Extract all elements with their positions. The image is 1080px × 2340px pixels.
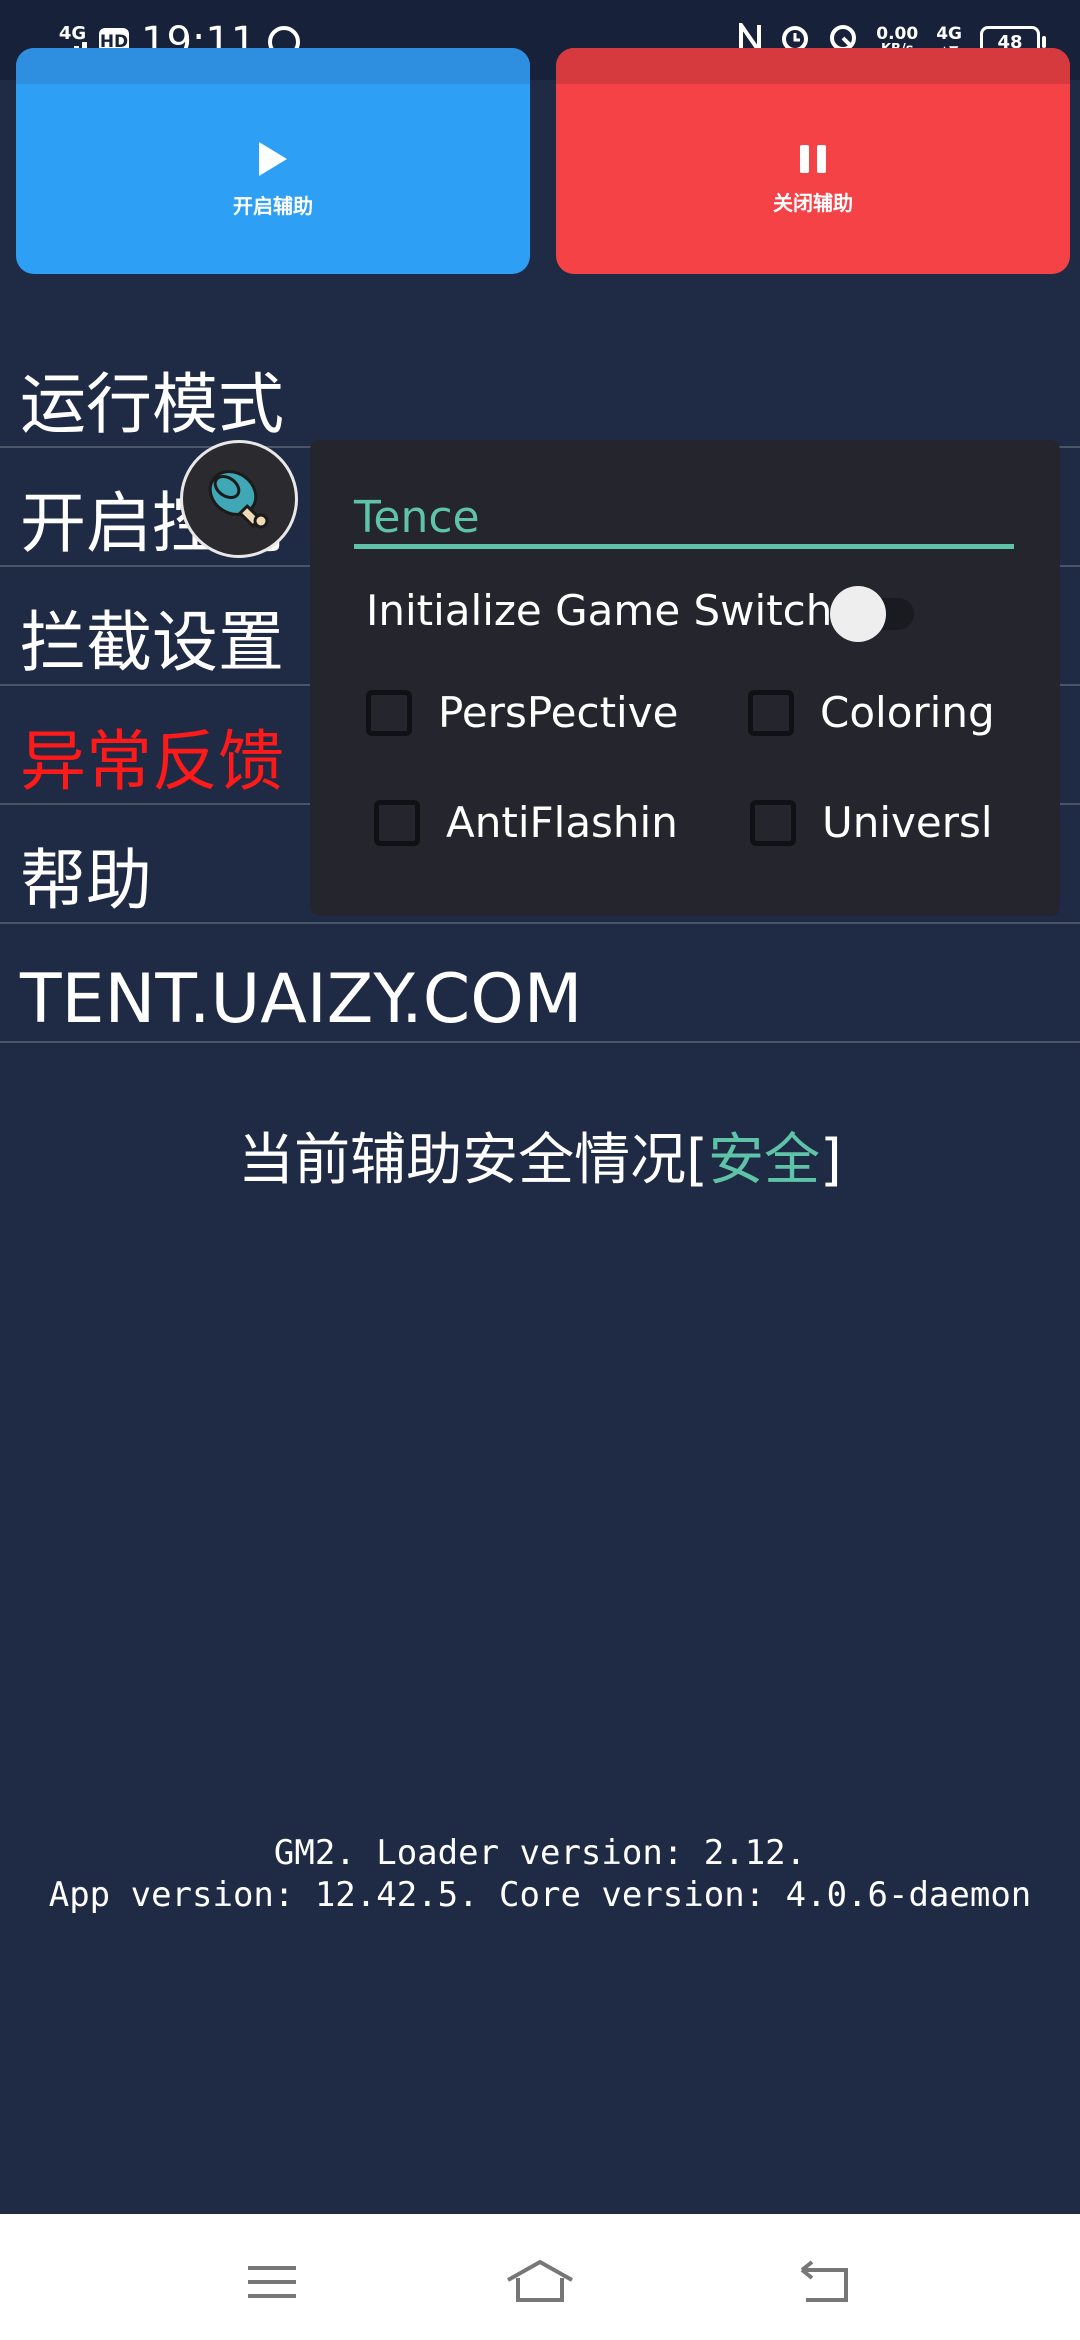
menu-item-website[interactable]: TENT.UAIZY.COM bbox=[0, 924, 1080, 1043]
initialize-game-switch-label: Initialize Game Switch bbox=[366, 586, 833, 635]
menu-item-label: 拦截设置 bbox=[20, 604, 284, 681]
menu-item-label: 异常反馈 bbox=[20, 723, 284, 800]
checkbox-label: Universl bbox=[822, 798, 993, 847]
start-assist-button[interactable]: 开启辅助 bbox=[16, 48, 530, 274]
navigation-bar bbox=[0, 2214, 1080, 2340]
pause-icon bbox=[800, 144, 826, 173]
security-status: 当前辅助安全情况[安全] bbox=[0, 1115, 1080, 1196]
checkbox-label: PersPective bbox=[438, 688, 679, 737]
checkbox-label: AntiFlashin bbox=[446, 798, 678, 847]
loader-version: GM2. Loader version: 2.12. bbox=[273, 1833, 807, 1873]
network-type-left: 4G bbox=[58, 23, 87, 44]
network-speed-value: 0.00 bbox=[876, 24, 919, 44]
meat-icon bbox=[208, 470, 269, 529]
menu-item-label: 运行模式 bbox=[20, 366, 284, 443]
checkbox-universal[interactable]: Universl bbox=[750, 798, 993, 847]
app-core-version: App version: 12.42.5. Core version: 4.0.… bbox=[48, 1875, 1032, 1915]
menu-icon[interactable] bbox=[224, 2234, 320, 2330]
back-icon[interactable] bbox=[776, 2234, 872, 2330]
switch-knob bbox=[830, 586, 886, 642]
panel-title-underline bbox=[354, 544, 1014, 549]
checkbox-label: Coloring bbox=[820, 688, 995, 737]
panel-title: Tence bbox=[354, 492, 480, 543]
checkbox-box bbox=[750, 799, 796, 846]
initialize-game-switch[interactable] bbox=[822, 586, 922, 642]
start-assist-label: 开启辅助 bbox=[233, 193, 313, 218]
stop-assist-button[interactable]: 关闭辅助 bbox=[556, 48, 1070, 274]
stop-assist-label: 关闭辅助 bbox=[773, 190, 853, 215]
menu-item-label: TENT.UAIZY.COM bbox=[20, 960, 583, 1039]
checkbox-box bbox=[366, 689, 412, 736]
menu-item-run-mode[interactable]: 运行模式 bbox=[0, 329, 1080, 448]
menu-item-label: 帮助 bbox=[20, 842, 152, 919]
checkbox-box bbox=[374, 799, 420, 846]
floating-mod-panel: Tence Initialize Game Switch PersPective… bbox=[310, 440, 1060, 916]
play-icon bbox=[259, 141, 287, 176]
security-status-suffix: ] bbox=[820, 1128, 842, 1193]
floating-menu-avatar[interactable] bbox=[180, 440, 298, 558]
home-icon[interactable] bbox=[492, 2234, 588, 2330]
security-status-prefix: 当前辅助安全情况[ bbox=[238, 1128, 708, 1193]
security-status-value: 安全 bbox=[708, 1128, 820, 1193]
checkbox-box bbox=[748, 689, 794, 736]
checkbox-antiflash[interactable]: AntiFlashin bbox=[374, 798, 678, 847]
network-type-right: 4G bbox=[936, 24, 962, 44]
checkbox-perspective[interactable]: PersPective bbox=[366, 688, 678, 737]
button-top-stripe bbox=[16, 48, 530, 84]
checkbox-coloring[interactable]: Coloring bbox=[748, 688, 995, 737]
version-info: GM2. Loader version: 2.12. App version: … bbox=[0, 1832, 1080, 1916]
button-top-stripe bbox=[556, 48, 1070, 84]
